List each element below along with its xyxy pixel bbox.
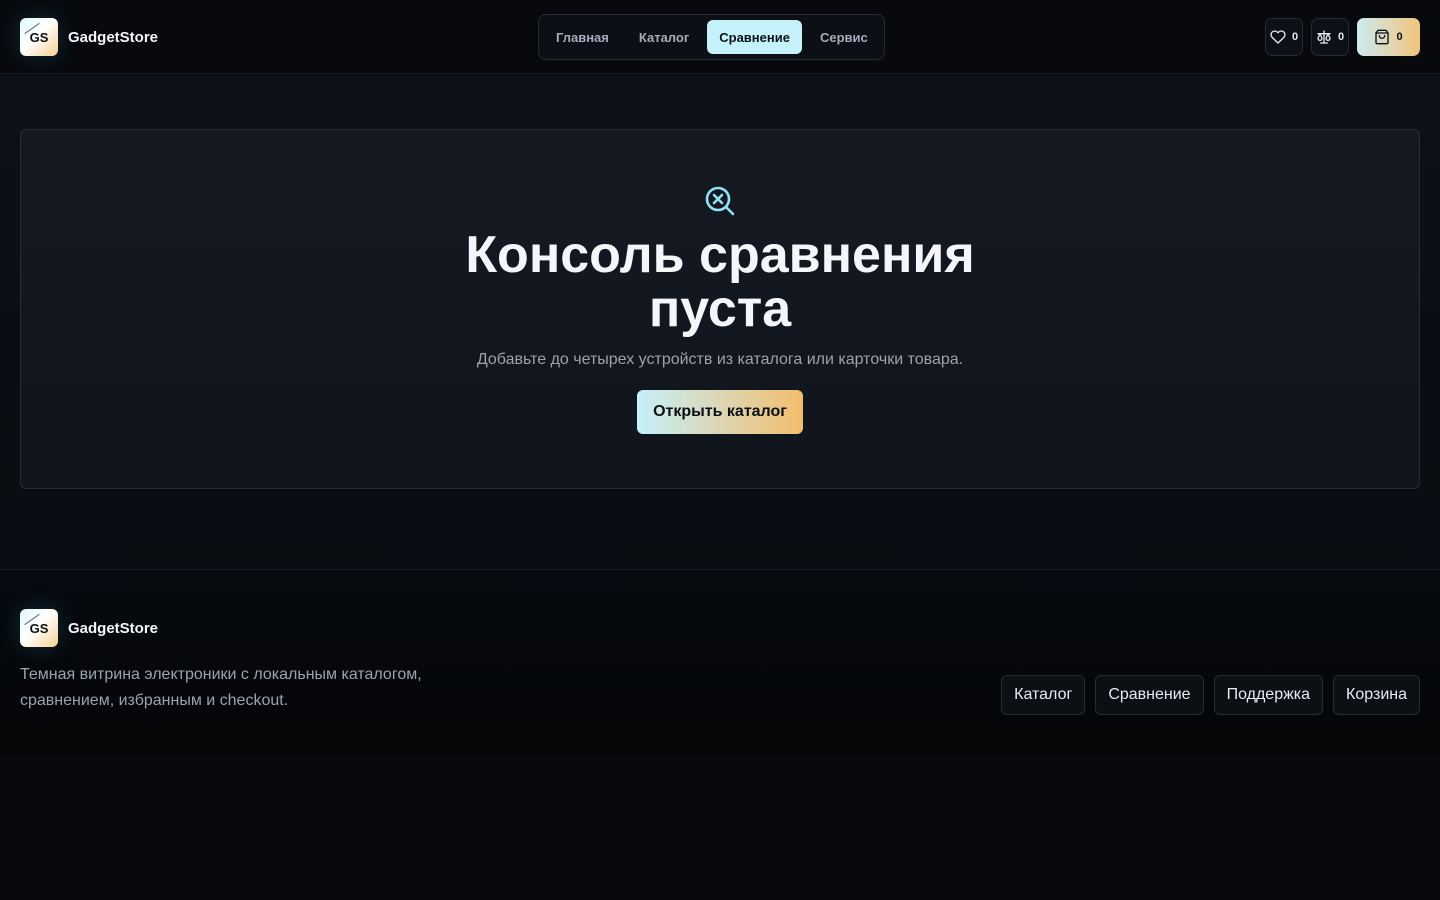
- header-logo[interactable]: GS GadgetStore: [20, 18, 158, 56]
- empty-state-subtitle: Добавьте до четырех устройств из каталог…: [476, 351, 964, 368]
- logo-mark: GS: [20, 18, 58, 56]
- footer-links: Каталог Сравнение Поддержка Корзина: [1001, 675, 1420, 715]
- footer-logo[interactable]: GS GadgetStore: [20, 609, 158, 647]
- site-header: GS GadgetStore Главная Каталог Сравнение…: [0, 0, 1440, 74]
- favorites-button[interactable]: 0: [1265, 18, 1303, 56]
- main-nav: Главная Каталог Сравнение Сервис: [538, 14, 885, 60]
- empty-state-title: Консоль сравнения пуста: [465, 226, 975, 338]
- scales-icon: [1317, 30, 1331, 44]
- favorites-count: 0: [1291, 31, 1299, 43]
- open-catalog-button[interactable]: Открыть каталог: [637, 390, 803, 434]
- nav-item-compare[interactable]: Сравнение: [707, 20, 802, 54]
- cart-count: 0: [1396, 31, 1403, 43]
- nav-item-service[interactable]: Сервис: [808, 20, 880, 54]
- footer-link-compare[interactable]: Сравнение: [1095, 675, 1204, 715]
- footer-link-support[interactable]: Поддержка: [1213, 675, 1324, 715]
- footer-link-catalog[interactable]: Каталог: [1001, 675, 1086, 715]
- nav-item-home[interactable]: Главная: [544, 20, 621, 54]
- cart-button[interactable]: 0: [1357, 18, 1420, 56]
- heart-icon: [1270, 30, 1286, 44]
- footer-link-cart[interactable]: Корзина: [1333, 675, 1420, 715]
- compare-count: 0: [1337, 31, 1345, 43]
- shopping-bag-icon: [1375, 29, 1390, 45]
- footer-brand-name: GadgetStore: [68, 619, 159, 637]
- search-x-icon: [705, 186, 735, 216]
- nav-item-catalog[interactable]: Каталог: [627, 20, 701, 54]
- footer-description: Темная витрина электроники с локальным к…: [20, 666, 422, 709]
- brand-name: GadgetStore: [68, 28, 159, 46]
- footer-logo-mark: GS: [20, 609, 58, 647]
- compare-button[interactable]: 0: [1311, 18, 1349, 56]
